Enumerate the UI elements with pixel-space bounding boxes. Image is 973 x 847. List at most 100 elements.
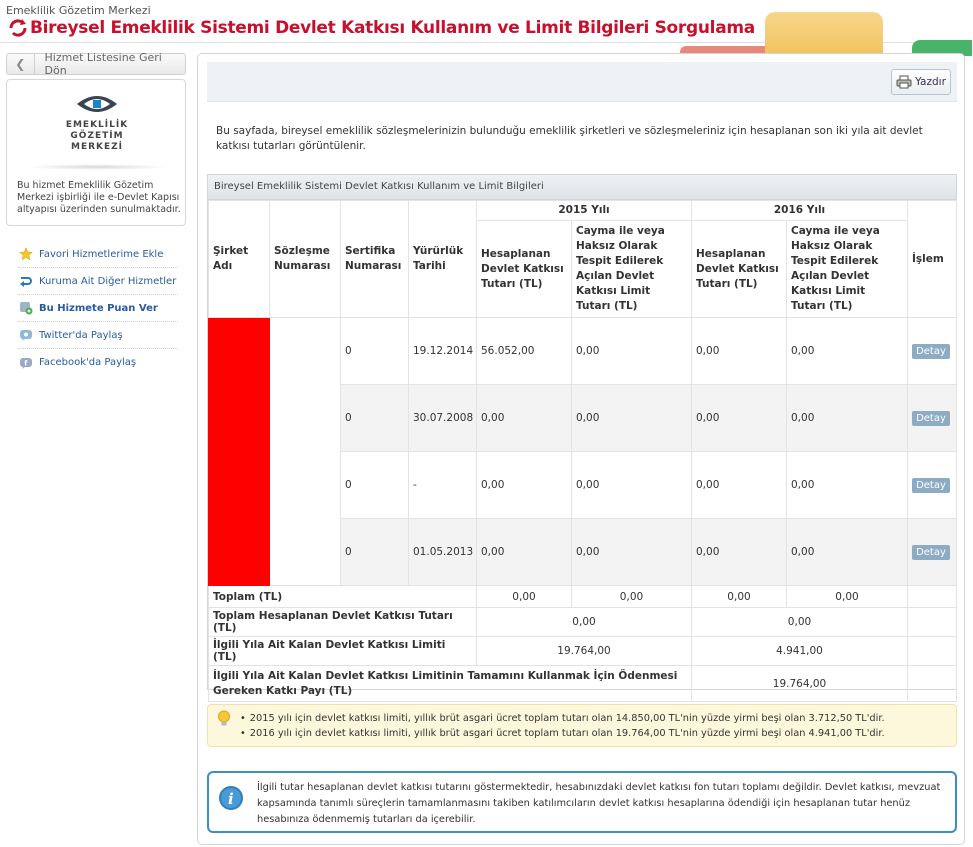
value-cell: 0,00: [691, 384, 787, 452]
remaining-limit-label: İlgili Yıla Ait Kalan Devlet Katkısı Lim…: [208, 636, 477, 666]
total-value: 0,00: [786, 585, 908, 608]
value-cell: 0,00: [571, 451, 692, 519]
remaining-limit-value: 19.764,00: [476, 636, 692, 666]
svg-text:i: i: [228, 790, 234, 808]
redacted-block: [208, 317, 270, 586]
info-icon: i: [219, 786, 243, 810]
value-cell: 0,00: [691, 518, 787, 586]
certificate-cell: 0: [340, 451, 409, 519]
divider: [25, 164, 169, 170]
detail-button[interactable]: Detay: [912, 477, 950, 493]
institution-name: EMEKLİLİK GÖZETİM MERKEZİ: [7, 120, 187, 153]
toolbar: Yazdır: [207, 62, 957, 102]
sidebar-item-twitter[interactable]: Twitter'da Paylaş: [18, 322, 178, 349]
value-cell: 0,00: [571, 384, 692, 452]
institution-name-line: MERKEZİ: [70, 142, 124, 152]
sidebar-item-label: Favori Hizmetlerime Ekle: [39, 248, 164, 260]
total-calculated-value: 0,00: [691, 607, 908, 637]
print-button-label: Yazdır: [915, 76, 946, 88]
institution-card: EMEKLİLİK GÖZETİM MERKEZİ Bu hizmet Emek…: [6, 79, 186, 226]
required-contribution-label: İlgili Yıla Ait Kalan Devlet Katkısı Lim…: [208, 665, 692, 702]
header-limit: Cayma ile veya Haksız Olarak Tespit Edil…: [786, 220, 908, 318]
date-cell: 30.07.2008: [408, 384, 477, 452]
back-button-label: Hizmet Listesine Geri Dön: [44, 51, 162, 77]
total-label: Toplam (TL): [208, 585, 477, 608]
print-button[interactable]: Yazdır: [891, 69, 951, 95]
certificate-cell: 0: [340, 384, 409, 452]
required-contribution-value: 19.764,00: [691, 665, 908, 702]
value-cell: 0,00: [476, 384, 572, 452]
detail-button[interactable]: Detay: [912, 410, 950, 426]
value-cell: 0,00: [786, 317, 908, 385]
sidebar-item-label: Bu Hizmete Puan Ver: [39, 302, 158, 314]
sidebar-item-rate[interactable]: Bu Hizmete Puan Ver: [18, 295, 178, 322]
header-calculated: Hesaplanan Devlet Katkısı Tutarı (TL): [691, 220, 787, 318]
certificate-cell: 0: [340, 518, 409, 586]
sidebar-item-label: Twitter'da Paylaş: [39, 329, 123, 341]
action-cell: Detay: [907, 518, 957, 586]
sidebar-item-label: Facebook'da Paylaş: [39, 357, 137, 368]
header-limit: Cayma ile veya Haksız Olarak Tespit Edil…: [571, 220, 692, 318]
certificate-cell: 0: [340, 317, 409, 385]
header-action: İşlem: [907, 200, 957, 318]
note-item: 2015 yılı için devlet katkısı limiti, yı…: [240, 711, 885, 726]
header-year-2015: 2015 Yılı: [476, 200, 692, 221]
table-row: 0 19.12.2014 56.052,00 0,00 0,00 0,00 De…: [208, 317, 957, 586]
required-contribution-row: İlgili Yıla Ait Kalan Devlet Katkısı Lim…: [208, 665, 957, 702]
detail-button[interactable]: Detay: [912, 343, 950, 359]
intro-text: Bu sayfada, bireysel emeklilik sözleşmel…: [216, 125, 923, 152]
header-year-2016: 2016 Yılı: [691, 200, 908, 221]
results-panel: Bireysel Emeklilik Sistemi Devlet Katkıs…: [207, 174, 957, 702]
institution-logo-icon: [77, 96, 117, 112]
info-text: İlgili tutar hesaplanan devlet katkısı t…: [257, 782, 941, 825]
star-icon: [18, 246, 34, 262]
action-cell: Detay: [907, 451, 957, 519]
total-value: 0,00: [476, 585, 572, 608]
lightbulb-icon: [218, 710, 230, 726]
back-to-services-button[interactable]: ❮ Hizmet Listesine Geri Dön: [6, 51, 186, 77]
total-value: 0,00: [691, 585, 787, 608]
institution-name-line: EMEKLİLİK: [65, 120, 129, 130]
info-box: i İlgili tutar hesaplanan devlet katkısı…: [207, 771, 957, 833]
results-table: Şirket Adı Sözleşme Numarası Sertifika N…: [208, 200, 957, 702]
printer-icon: [896, 75, 912, 89]
header-contract: Sözleşme Numarası: [269, 200, 341, 318]
value-cell: 0,00: [786, 518, 908, 586]
panel-title: Bireysel Emeklilik Sistemi Devlet Katkıs…: [208, 175, 956, 200]
page-title: Bireysel Emeklilik Sistemi Devlet Katkıs…: [30, 18, 755, 38]
total-calculated-row: Toplam Hesaplanan Devlet Katkısı Tutarı …: [208, 607, 957, 637]
rate-icon: [18, 300, 34, 316]
header-decoration: [765, 12, 883, 56]
action-cell: Detay: [907, 384, 957, 452]
date-cell: -: [408, 451, 477, 519]
date-cell: 19.12.2014: [408, 317, 477, 385]
value-cell: 0,00: [691, 317, 787, 385]
total-row: Toplam (TL) 0,00 0,00 0,00 0,00: [208, 585, 957, 608]
remaining-limit-row: İlgili Yıla Ait Kalan Devlet Katkısı Lim…: [208, 636, 957, 666]
chevron-left-icon: ❮: [7, 54, 35, 74]
sidebar-item-other-services[interactable]: Kuruma Ait Diğer Hizmetler: [18, 268, 178, 295]
arrow-return-icon: [18, 273, 34, 289]
twitter-icon: [18, 327, 34, 343]
sidebar-item-favorite[interactable]: Favori Hizmetlerime Ekle: [18, 241, 178, 268]
sidebar-item-facebook[interactable]: f Facebook'da Paylaş: [18, 349, 178, 376]
value-cell: 0,00: [571, 518, 692, 586]
value-cell: 0,00: [786, 451, 908, 519]
action-cell: Detay: [907, 317, 957, 385]
total-calculated-label: Toplam Hesaplanan Devlet Katkısı Tutarı …: [208, 607, 477, 637]
date-cell: 01.05.2013: [408, 518, 477, 586]
value-cell: 0,00: [476, 518, 572, 586]
note-item: 2016 yılı için devlet katkısı limiti, yı…: [240, 726, 885, 741]
value-cell: 0,00: [691, 451, 787, 519]
value-cell: 0,00: [571, 317, 692, 385]
institution-name-line: GÖZETİM: [70, 131, 124, 141]
header-certificate: Sertifika Numarası: [340, 200, 409, 318]
remaining-limit-value: 4.941,00: [691, 636, 908, 666]
detail-button[interactable]: Detay: [912, 544, 950, 560]
org-name: Emeklilik Gözetim Merkezi: [6, 4, 151, 17]
main-content: Yazdır Bu sayfada, bireysel emeklilik sö…: [197, 53, 965, 845]
value-cell: 0,00: [476, 451, 572, 519]
total-calculated-value: 0,00: [476, 607, 692, 637]
edevlet-logo-icon: [9, 19, 27, 37]
sidebar-item-label: Kuruma Ait Diğer Hizmetler: [39, 275, 177, 287]
